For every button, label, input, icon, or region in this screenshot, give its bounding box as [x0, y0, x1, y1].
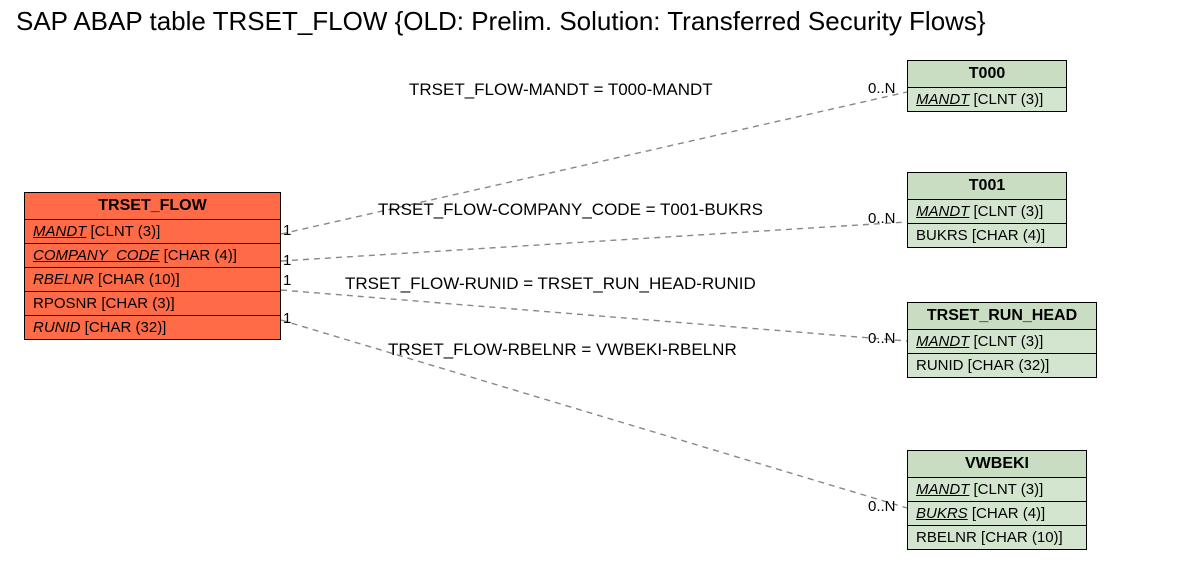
field-type: [CHAR (10)] — [98, 271, 180, 288]
field-row: RUNID [CHAR (32)] — [908, 354, 1096, 377]
page-title: SAP ABAP table TRSET_FLOW {OLD: Prelim. … — [16, 6, 986, 37]
cardinality-right: 0..N — [868, 80, 896, 97]
entity-vwbeki: VWBEKI MANDT [CLNT (3)] BUKRS [CHAR (4)]… — [907, 450, 1087, 550]
entity-header: VWBEKI — [908, 451, 1086, 478]
entity-header: T001 — [908, 173, 1066, 200]
field-name: MANDT — [916, 481, 969, 498]
field-name: COMPANY_CODE — [33, 247, 159, 264]
cardinality-left: 1 — [283, 252, 291, 269]
cardinality-left: 1 — [283, 222, 291, 239]
relation-label: TRSET_FLOW-COMPANY_CODE = T001-BUKRS — [378, 200, 763, 220]
field-type: [CLNT (3)] — [974, 203, 1044, 220]
field-row: MANDT [CLNT (3)] — [908, 330, 1096, 354]
cardinality-right: 0..N — [868, 330, 896, 347]
cardinality-right: 0..N — [868, 210, 896, 227]
field-name: MANDT — [33, 223, 86, 240]
entity-t001: T001 MANDT [CLNT (3)] BUKRS [CHAR (4)] — [907, 172, 1067, 248]
field-row: RUNID [CHAR (32)] — [25, 316, 280, 339]
field-row: BUKRS [CHAR (4)] — [908, 224, 1066, 247]
field-name: MANDT — [916, 203, 969, 220]
entity-header: TRSET_FLOW — [25, 193, 280, 220]
field-row: MANDT [CLNT (3)] — [25, 220, 280, 244]
field-row: MANDT [CLNT (3)] — [908, 88, 1066, 111]
field-row: RBELNR [CHAR (10)] — [25, 268, 280, 292]
field-name: RBELNR — [916, 529, 977, 546]
cardinality-left: 1 — [283, 272, 291, 289]
field-type: [CHAR (32)] — [968, 357, 1050, 374]
field-row: RPOSNR [CHAR (3)] — [25, 292, 280, 316]
field-name: RUNID — [916, 357, 964, 374]
entity-header: T000 — [908, 61, 1066, 88]
field-name: RBELNR — [33, 271, 94, 288]
field-name: MANDT — [916, 91, 969, 108]
relation-label: TRSET_FLOW-RUNID = TRSET_RUN_HEAD-RUNID — [345, 274, 756, 294]
field-row: MANDT [CLNT (3)] — [908, 200, 1066, 224]
field-name: BUKRS — [916, 505, 968, 522]
field-name: RUNID — [33, 319, 81, 336]
field-type: [CHAR (4)] — [972, 505, 1045, 522]
field-name: RPOSNR — [33, 295, 97, 312]
field-type: [CLNT (3)] — [91, 223, 161, 240]
field-type: [CHAR (32)] — [85, 319, 167, 336]
field-type: [CLNT (3)] — [974, 333, 1044, 350]
entity-trset-run-head: TRSET_RUN_HEAD MANDT [CLNT (3)] RUNID [C… — [907, 302, 1097, 378]
cardinality-left: 1 — [283, 310, 291, 327]
field-row: COMPANY_CODE [CHAR (4)] — [25, 244, 280, 268]
field-name: BUKRS — [916, 227, 968, 244]
entity-t000: T000 MANDT [CLNT (3)] — [907, 60, 1067, 112]
field-row: RBELNR [CHAR (10)] — [908, 526, 1086, 549]
field-type: [CHAR (4)] — [972, 227, 1045, 244]
cardinality-right: 0..N — [868, 498, 896, 515]
field-type: [CHAR (3)] — [101, 295, 174, 312]
field-name: MANDT — [916, 333, 969, 350]
field-type: [CLNT (3)] — [974, 91, 1044, 108]
field-type: [CHAR (4)] — [164, 247, 237, 264]
entity-header: TRSET_RUN_HEAD — [908, 303, 1096, 330]
relation-label: TRSET_FLOW-RBELNR = VWBEKI-RBELNR — [388, 340, 737, 360]
field-row: MANDT [CLNT (3)] — [908, 478, 1086, 502]
field-type: [CHAR (10)] — [981, 529, 1063, 546]
field-row: BUKRS [CHAR (4)] — [908, 502, 1086, 526]
field-type: [CLNT (3)] — [974, 481, 1044, 498]
entity-trset-flow: TRSET_FLOW MANDT [CLNT (3)] COMPANY_CODE… — [24, 192, 281, 340]
relation-label: TRSET_FLOW-MANDT = T000-MANDT — [409, 80, 713, 100]
